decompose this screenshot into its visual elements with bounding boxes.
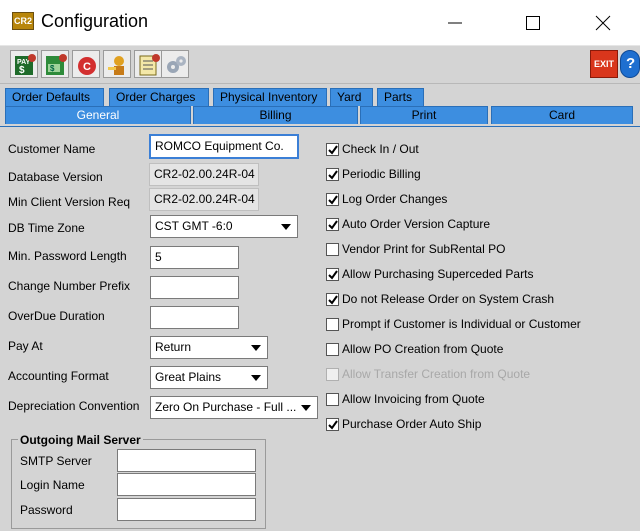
option-checkbox-label: Allow PO Creation from Quote bbox=[342, 342, 504, 356]
accounting-format-label: Accounting Format bbox=[8, 369, 109, 383]
min-client-version-label: Min Client Version Req bbox=[8, 195, 131, 209]
customer-name-input[interactable]: ROMCO Equipment Co. bbox=[149, 134, 299, 159]
database-version-label: Database Version bbox=[8, 170, 103, 184]
change-number-prefix-label: Change Number Prefix bbox=[8, 279, 131, 293]
minimize-icon bbox=[448, 22, 462, 24]
checkbox-checked-icon[interactable] bbox=[326, 418, 339, 431]
login-name-label: Login Name bbox=[20, 478, 85, 492]
smtp-server-input[interactable] bbox=[117, 449, 256, 472]
exit-button[interactable]: EXIT bbox=[590, 50, 618, 78]
checkbox-empty-icon[interactable] bbox=[326, 393, 339, 406]
db-time-zone-label: DB Time Zone bbox=[8, 221, 85, 235]
notes-icon bbox=[139, 54, 160, 76]
checkbox-checked-icon[interactable] bbox=[326, 168, 339, 181]
toolbar: PAY $ $ C EXIT ? bbox=[0, 46, 640, 84]
checkbox-empty-icon bbox=[326, 368, 339, 381]
database-version-field: CR2-02.00.24R-04 bbox=[149, 163, 259, 186]
tab-billing[interactable]: Billing bbox=[193, 106, 358, 124]
overdue-duration-label: OverDue Duration bbox=[8, 309, 105, 323]
overdue-duration-input[interactable] bbox=[150, 306, 239, 329]
option-checkbox-label: Allow Invoicing from Quote bbox=[342, 392, 485, 406]
checkbox-empty-icon[interactable] bbox=[326, 318, 339, 331]
option-checkbox-label: Prompt if Customer is Individual or Cust… bbox=[342, 317, 581, 331]
db-time-zone-select[interactable]: CST GMT -6:0 bbox=[150, 215, 298, 238]
maximize-button[interactable] bbox=[510, 0, 556, 46]
depreciation-convention-label: Depreciation Convention bbox=[8, 399, 140, 413]
svg-text:$: $ bbox=[19, 65, 25, 76]
checkbox-empty-icon[interactable] bbox=[326, 243, 339, 256]
chevron-down-icon bbox=[301, 405, 311, 411]
depreciation-convention-select[interactable]: Zero On Purchase - Full ... bbox=[150, 396, 318, 419]
min-password-length-input[interactable]: 5 bbox=[150, 246, 239, 269]
exit-label: EXIT bbox=[594, 59, 615, 69]
help-button[interactable]: ? bbox=[620, 50, 640, 78]
svg-text:C: C bbox=[83, 61, 91, 73]
option-checkbox-label: Periodic Billing bbox=[342, 167, 421, 181]
option-checkbox-label: Purchase Order Auto Ship bbox=[342, 417, 482, 431]
minimize-button[interactable] bbox=[432, 0, 478, 46]
close-icon bbox=[595, 15, 611, 31]
change-number-prefix-input[interactable] bbox=[150, 276, 239, 299]
accounting-format-select[interactable]: Great Plains bbox=[150, 366, 268, 389]
checkbox-checked-icon[interactable] bbox=[326, 193, 339, 206]
tab-parts[interactable]: Parts bbox=[377, 88, 424, 106]
option-checkbox-label: Do not Release Order on System Crash bbox=[342, 292, 555, 306]
title-bar: CR2 Configuration bbox=[0, 0, 640, 46]
tab-physical-inventory[interactable]: Physical Inventory bbox=[213, 88, 327, 106]
pay-button[interactable]: PAY $ bbox=[10, 50, 38, 78]
option-checkbox-label: Check In / Out bbox=[342, 142, 419, 156]
password-label: Password bbox=[20, 503, 73, 517]
tab-order-charges[interactable]: Order Charges bbox=[109, 88, 209, 106]
cancel-icon: C bbox=[78, 57, 96, 75]
app-icon: CR2 bbox=[12, 12, 34, 30]
maximize-icon bbox=[526, 16, 540, 30]
outgoing-mail-title: Outgoing Mail Server bbox=[18, 433, 143, 447]
key-user-icon bbox=[108, 56, 124, 75]
option-checkbox-label: Log Order Changes bbox=[342, 192, 448, 206]
checkbox-checked-icon[interactable] bbox=[326, 143, 339, 156]
notes-button[interactable] bbox=[134, 50, 162, 78]
password-input[interactable] bbox=[117, 498, 256, 521]
tab-print[interactable]: Print bbox=[360, 106, 488, 124]
depreciation-convention-value: Zero On Purchase - Full ... bbox=[155, 400, 297, 414]
help-icon: ? bbox=[626, 55, 636, 72]
general-panel: Customer Name ROMCO Equipment Co. Databa… bbox=[0, 126, 640, 531]
chevron-down-icon bbox=[251, 375, 261, 381]
pay-icon: PAY$ bbox=[15, 54, 36, 76]
db-time-zone-value: CST GMT -6:0 bbox=[155, 219, 233, 233]
svg-text:$: $ bbox=[50, 64, 55, 73]
option-checkbox-label: Allow Purchasing Superceded Parts bbox=[342, 267, 534, 281]
pay-at-label: Pay At bbox=[8, 339, 43, 353]
cancel-button[interactable]: C bbox=[72, 50, 100, 78]
accounting-format-value: Great Plains bbox=[155, 370, 222, 384]
checkbox-checked-icon[interactable] bbox=[326, 218, 339, 231]
chevron-down-icon bbox=[281, 224, 291, 230]
invoice-button[interactable]: $ bbox=[41, 50, 69, 78]
settings-gears-icon bbox=[167, 56, 186, 73]
checkbox-checked-icon[interactable] bbox=[326, 268, 339, 281]
user-key-button[interactable] bbox=[103, 50, 131, 78]
invoice-icon: $ bbox=[46, 54, 67, 75]
login-name-input[interactable] bbox=[117, 473, 256, 496]
checkbox-checked-icon[interactable] bbox=[326, 293, 339, 306]
chevron-down-icon bbox=[251, 345, 261, 351]
pay-at-value: Return bbox=[155, 340, 192, 354]
tab-card[interactable]: Card bbox=[491, 106, 633, 124]
pay-at-select[interactable]: Return bbox=[150, 336, 268, 359]
option-checkbox-label: Allow Transfer Creation from Quote bbox=[342, 367, 531, 381]
option-checkbox-label: Vendor Print for SubRental PO bbox=[342, 242, 506, 256]
customer-name-label: Customer Name bbox=[8, 142, 96, 156]
smtp-server-label: SMTP Server bbox=[20, 454, 92, 468]
min-client-version-field: CR2-02.00.24R-04 bbox=[149, 188, 259, 211]
min-password-length-label: Min. Password Length bbox=[8, 249, 127, 263]
tab-order-defaults[interactable]: Order Defaults bbox=[5, 88, 104, 106]
window-title: Configuration bbox=[41, 11, 149, 31]
tab-strip: Order Defaults Order Charges Physical In… bbox=[0, 84, 640, 126]
checkbox-empty-icon[interactable] bbox=[326, 343, 339, 356]
option-checkbox-label: Auto Order Version Capture bbox=[342, 217, 491, 231]
settings-button[interactable] bbox=[161, 50, 189, 78]
close-button[interactable] bbox=[580, 0, 626, 46]
tab-yard[interactable]: Yard bbox=[330, 88, 373, 106]
tab-general[interactable]: General bbox=[5, 106, 191, 124]
